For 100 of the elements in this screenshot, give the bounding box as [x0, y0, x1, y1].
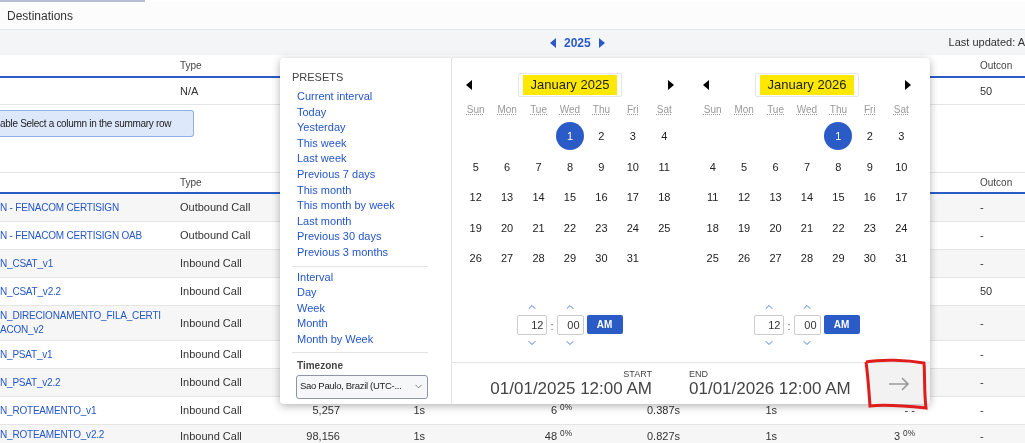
- calendar-day[interactable]: 29: [556, 244, 584, 273]
- calendar-day[interactable]: 13: [493, 183, 522, 212]
- calendar-day[interactable]: 3: [887, 122, 916, 151]
- calendar-day[interactable]: 6: [761, 152, 790, 181]
- calendar-day[interactable]: 2: [587, 122, 616, 151]
- calendar-day[interactable]: 8: [556, 152, 584, 181]
- calendar-day[interactable]: 16: [587, 183, 616, 212]
- destination-link[interactable]: N_CSAT_v1: [0, 256, 170, 271]
- calendar-day[interactable]: 14: [524, 183, 553, 212]
- calendar-day[interactable]: 19: [461, 213, 490, 242]
- calendar-day[interactable]: 22: [556, 213, 584, 242]
- calendar-day[interactable]: 15: [824, 183, 853, 212]
- calendar-day[interactable]: 7: [524, 152, 553, 181]
- destination-link[interactable]: N_PSAT_v1: [0, 347, 170, 362]
- preset-link[interactable]: Interval: [292, 269, 428, 286]
- calendar-day[interactable]: 23: [855, 213, 884, 242]
- calendar-day[interactable]: 5: [730, 152, 759, 181]
- preset-link[interactable]: Day: [292, 285, 428, 301]
- calendar-day[interactable]: 4: [698, 152, 727, 181]
- destination-link[interactable]: N_ROTEAMENTO_v2.2: [0, 428, 170, 442]
- calendar-day[interactable]: 8: [824, 152, 853, 181]
- preset-link[interactable]: Current interval: [292, 89, 428, 105]
- next-month-icon[interactable]: [668, 80, 674, 90]
- previous-month-icon[interactable]: [703, 80, 709, 90]
- calendar-day[interactable]: 20: [761, 213, 790, 242]
- month-title[interactable]: January 2025: [517, 73, 623, 97]
- am-pm-button[interactable]: AM: [586, 314, 623, 334]
- calendar-day[interactable]: 7: [793, 152, 821, 181]
- destination-link[interactable]: N_ROTEAMENTO_v1: [0, 403, 170, 418]
- preset-link[interactable]: Previous 7 days: [292, 166, 428, 183]
- calendar-day[interactable]: 24: [618, 213, 647, 242]
- next-year-icon[interactable]: [598, 37, 605, 48]
- calendar-day[interactable]: 1: [824, 122, 853, 151]
- calendar-day[interactable]: 9: [855, 152, 884, 181]
- next-month-icon[interactable]: [905, 80, 911, 90]
- destination-link[interactable]: N - FENACOM CERTISIGN OAB: [0, 228, 170, 243]
- minute-field[interactable]: 00: [556, 314, 584, 335]
- preset-link[interactable]: Last month: [292, 213, 428, 230]
- preset-link[interactable]: This week: [292, 135, 428, 152]
- calendar-day[interactable]: 12: [461, 183, 490, 212]
- calendar-day[interactable]: 10: [618, 152, 647, 181]
- calendar-day[interactable]: 18: [698, 213, 727, 242]
- destination-link[interactable]: N_DIRECIONAMENTO_FILA_CERTI ACON_v2: [0, 309, 170, 337]
- destination-link[interactable]: N_PSAT_v2.2: [0, 375, 170, 390]
- destination-link[interactable]: N_CSAT_v2.2: [0, 284, 170, 299]
- calendar-day[interactable]: 17: [618, 183, 647, 212]
- calendar-day[interactable]: 29: [824, 244, 853, 273]
- calendar-day[interactable]: 21: [793, 213, 821, 242]
- calendar-day[interactable]: 26: [730, 244, 759, 273]
- calendar-day[interactable]: 1: [556, 122, 584, 151]
- calendar-day[interactable]: 11: [698, 183, 727, 212]
- calendar-day[interactable]: 11: [650, 152, 679, 181]
- month-title[interactable]: January 2026: [754, 73, 860, 97]
- calendar-day[interactable]: 10: [887, 152, 916, 181]
- calendar-day[interactable]: 20: [493, 213, 522, 242]
- calendar-day[interactable]: 28: [793, 244, 821, 273]
- preset-link[interactable]: Yesterday: [292, 120, 428, 136]
- destination-link[interactable]: N - FENACOM CERTISIGN: [0, 200, 170, 215]
- calendar-day[interactable]: 27: [493, 244, 522, 273]
- preset-link[interactable]: This month by week: [292, 198, 428, 214]
- calendar-day[interactable]: 6: [493, 152, 522, 181]
- preset-link[interactable]: Week: [292, 300, 428, 317]
- minute-field[interactable]: 00: [793, 314, 821, 335]
- calendar-day[interactable]: 30: [855, 244, 884, 273]
- calendar-day[interactable]: 22: [824, 213, 853, 242]
- calendar-day[interactable]: 25: [698, 244, 727, 273]
- apply-arrow-button[interactable]: [868, 363, 930, 404]
- calendar-day[interactable]: 5: [461, 152, 490, 181]
- calendar-day[interactable]: 3: [618, 122, 647, 151]
- calendar-day[interactable]: 4: [650, 122, 679, 151]
- preset-link[interactable]: Previous 30 days: [292, 229, 428, 245]
- calendar-day[interactable]: 2: [855, 122, 884, 151]
- calendar-day[interactable]: 25: [650, 213, 679, 242]
- calendar-day[interactable]: 19: [730, 213, 759, 242]
- calendar-day[interactable]: 31: [887, 244, 916, 273]
- preset-link[interactable]: Last week: [292, 151, 428, 167]
- calendar-day[interactable]: 30: [587, 244, 616, 273]
- calendar-day[interactable]: 21: [524, 213, 553, 242]
- calendar-day[interactable]: 24: [887, 213, 916, 242]
- hour-field[interactable]: 12: [517, 314, 548, 335]
- calendar-day[interactable]: 13: [761, 183, 790, 212]
- page-tab[interactable]: Destinations: [7, 6, 74, 25]
- calendar-day[interactable]: 23: [587, 213, 616, 242]
- calendar-day[interactable]: 9: [587, 152, 616, 181]
- preset-link[interactable]: Month by Week: [292, 331, 428, 348]
- hour-field[interactable]: 12: [754, 314, 785, 335]
- calendar-day[interactable]: 18: [650, 183, 679, 212]
- preset-link[interactable]: Today: [292, 104, 428, 121]
- calendar-day[interactable]: 28: [524, 244, 553, 273]
- preset-link[interactable]: Month: [292, 316, 428, 332]
- preset-link[interactable]: Previous 3 months: [292, 244, 428, 261]
- preset-link[interactable]: This month: [292, 182, 428, 199]
- am-pm-button[interactable]: AM: [823, 314, 860, 334]
- calendar-day[interactable]: 15: [556, 183, 584, 212]
- previous-year-icon[interactable]: [550, 37, 556, 48]
- calendar-day[interactable]: 14: [793, 183, 821, 212]
- calendar-day[interactable]: 31: [618, 244, 647, 273]
- calendar-day[interactable]: 26: [461, 244, 490, 273]
- previous-month-icon[interactable]: [466, 80, 472, 90]
- timezone-select[interactable]: Sao Paulo, Brazil (UTC-...: [296, 374, 428, 399]
